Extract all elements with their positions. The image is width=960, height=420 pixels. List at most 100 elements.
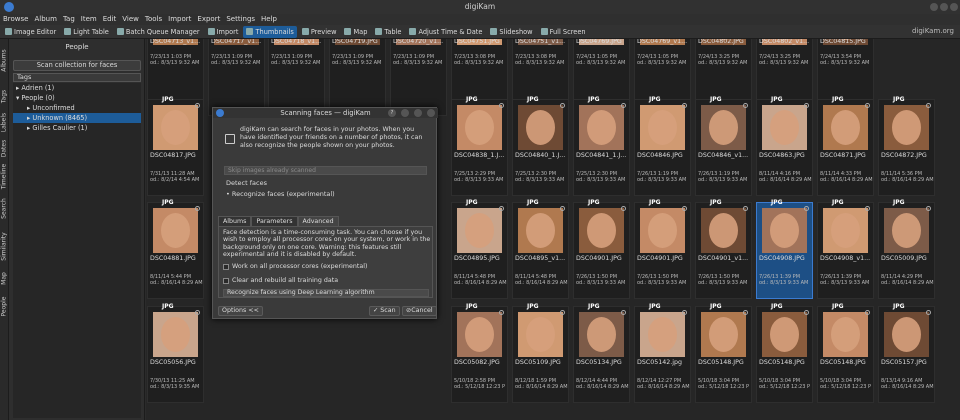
select-check-icon[interactable] xyxy=(195,310,200,315)
menu-browse[interactable]: Browse xyxy=(3,14,29,25)
tree-item-unconfirmed[interactable]: ▸ Unconfirmed xyxy=(13,103,141,113)
menu-import[interactable]: Import xyxy=(168,14,191,25)
select-check-icon[interactable] xyxy=(682,310,687,315)
select-check-icon[interactable] xyxy=(560,310,565,315)
thumbnail-cell[interactable]: JPGDSC04717_v1...7/23/13 1:09 PMod.: 8/3… xyxy=(208,39,265,116)
batch-queue-button[interactable]: Batch Queue Manager xyxy=(114,26,203,38)
thumbnail-cell[interactable]: JPGDSC04718_v1...7/23/13 1:09 PMod.: 8/3… xyxy=(268,39,325,116)
adjust-time-button[interactable]: Adjust Time & Date xyxy=(406,26,485,38)
thumbnail-cell[interactable]: JPG DSC04846_v1... 7/26/13 1:19 PM od.: 8/3… xyxy=(695,96,752,196)
select-check-icon[interactable] xyxy=(865,310,870,315)
map-button[interactable]: Map xyxy=(341,26,370,38)
rebuild-training-checkbox[interactable]: Clear and rebuild all training data xyxy=(223,277,338,284)
select-check-icon[interactable] xyxy=(926,206,931,211)
thumbnail-cell[interactable]: JPG DSC04838_1.J... 7/25/13 2:29 PM od.: 8/… xyxy=(451,96,508,196)
select-check-icon[interactable] xyxy=(499,206,504,211)
scan-collection-button[interactable]: Scan collection for faces xyxy=(13,60,141,71)
select-check-icon[interactable] xyxy=(926,103,931,108)
light-table-button[interactable]: Light Table xyxy=(61,26,112,38)
thumbnail-cell[interactable]: JPG DSC04895.JPG 8/11/14 5:48 PM od.: 8/16/… xyxy=(451,199,508,299)
thumbnail-cell[interactable]: JPG DSC05148.JPG 5/10/18 3:04 PM od.: 5/12/… xyxy=(695,303,752,403)
select-check-icon[interactable] xyxy=(865,206,870,211)
menu-edit[interactable]: Edit xyxy=(103,14,117,25)
thumbnail-cell[interactable]: JPG DSC04901.JPG 7/26/13 1:50 PM od.: 8/3/1… xyxy=(634,199,691,299)
recognize-faces-option[interactable]: • Recognize faces (experimental) xyxy=(226,190,335,198)
close-icon[interactable] xyxy=(950,3,958,11)
thumbnail-cell[interactable]: JPG DSC04846.JPG 7/26/13 1:19 PM od.: 8/3/1… xyxy=(634,96,691,196)
thumbnail-cell[interactable]: JPG DSC05109.JPG 8/12/18 1:59 PM od.: 8/16/… xyxy=(512,303,569,403)
thumbnail-cell[interactable]: JPGDSC04720_v1...7/23/13 1:09 PMod.: 8/3… xyxy=(390,39,447,116)
minimize-icon[interactable] xyxy=(930,3,938,11)
thumbnail-cell[interactable]: JPG DSC04901_v1... 7/26/13 1:50 PM od.: 8/3… xyxy=(695,199,752,299)
menu-item[interactable]: Item xyxy=(81,14,97,25)
skip-scanned-select[interactable]: Skip images already scanned xyxy=(224,166,427,175)
detect-faces-option[interactable]: Detect faces xyxy=(226,179,267,187)
select-check-icon[interactable] xyxy=(560,103,565,108)
select-check-icon[interactable] xyxy=(560,206,565,211)
thumbnail-cell[interactable]: JPG DSC04895_v1... 8/11/14 5:48 PM od.: 8/1… xyxy=(512,199,569,299)
tree-item-unknown[interactable]: ▸ Unknown (8465) xyxy=(13,113,141,123)
thumbnail-cell[interactable]: JPG DSC04863.JPG 8/11/14 4:16 PM od.: 8/16/… xyxy=(756,96,813,196)
thumbnail-cell[interactable]: JPG DSC05009.JPG 8/11/14 4:29 PM od.: 8/16/… xyxy=(878,199,935,299)
thumbnail-cell[interactable]: JPG DSC04871.JPG 8/11/14 4:33 PM od.: 8/16/… xyxy=(817,96,874,196)
tab-advanced[interactable]: Advanced xyxy=(297,216,339,226)
select-check-icon[interactable] xyxy=(743,310,748,315)
import-button[interactable]: Import xyxy=(205,26,242,38)
select-check-icon[interactable] xyxy=(621,103,626,108)
thumbnail-cell[interactable]: JPG DSC04872.JPG 8/11/14 5:36 PM od.: 8/16/… xyxy=(878,96,935,196)
select-check-icon[interactable] xyxy=(621,310,626,315)
thumbnail-cell[interactable]: JPG DSC04840_1.J... 7/25/13 2:30 PM od.: 8/… xyxy=(512,96,569,196)
maximize-icon[interactable] xyxy=(940,3,948,11)
preview-button[interactable]: Preview xyxy=(299,26,340,38)
select-check-icon[interactable] xyxy=(804,103,809,108)
select-check-icon[interactable] xyxy=(499,103,504,108)
tags-selector[interactable]: Tags xyxy=(13,73,141,82)
close-icon[interactable] xyxy=(427,109,435,117)
select-check-icon[interactable] xyxy=(499,310,504,315)
menu-settings[interactable]: Settings xyxy=(226,14,255,25)
algorithm-select[interactable]: Recognize faces using Deep Learning algo… xyxy=(223,289,429,297)
menu-album[interactable]: Album xyxy=(35,14,57,25)
full-screen-button[interactable]: Full Screen xyxy=(538,26,589,38)
select-check-icon[interactable] xyxy=(743,206,748,211)
select-check-icon[interactable] xyxy=(804,206,809,211)
menu-tag[interactable]: Tag xyxy=(63,14,75,25)
tree-item-people[interactable]: ▾ People (0) xyxy=(13,93,141,103)
tab-albums[interactable]: Albums xyxy=(218,216,252,226)
options-button[interactable]: Options << xyxy=(218,306,263,316)
thumbnail-cell[interactable]: JPG DSC05148.JPG 5/10/18 3:04 PM od.: 5/12/… xyxy=(817,303,874,403)
thumbnail-cell[interactable]: JPG DSC05142.jpg 8/12/14 12:27 PM od.: 8/16… xyxy=(634,303,691,403)
select-check-icon[interactable] xyxy=(621,206,626,211)
menu-tools[interactable]: Tools xyxy=(145,14,162,25)
menu-export[interactable]: Export xyxy=(197,14,220,25)
tab-parameters[interactable]: Parameters xyxy=(251,216,298,226)
thumbnail-cell[interactable]: JPG DSC05148.JPG 5/10/18 3:04 PM od.: 5/12/… xyxy=(756,303,813,403)
select-check-icon[interactable] xyxy=(804,310,809,315)
tree-item-gilles[interactable]: ▸ Gilles Caulier (1) xyxy=(13,123,141,133)
thumbnail-cell[interactable]: JPG DSC05157.JPG 8/13/14 9:16 AM od.: 8/16/… xyxy=(878,303,935,403)
thumbnail-cell[interactable]: JPG DSC04908_v1... 7/26/13 1:39 PM od.: 8/3… xyxy=(817,199,874,299)
maximize-icon[interactable] xyxy=(414,109,422,117)
select-check-icon[interactable] xyxy=(926,310,931,315)
minimize-icon[interactable] xyxy=(401,109,409,117)
select-check-icon[interactable] xyxy=(865,103,870,108)
thumbnail-cell[interactable]: JPGDSC04719.JPG7/23/13 1:09 PMod.: 8/3/1… xyxy=(329,39,386,116)
thumbnail-cell[interactable]: JPG DSC05056.JPG 7/30/13 11:25 AM od.: 8/3/… xyxy=(147,303,204,403)
thumbnail-cell[interactable]: JPG DSC05082.JPG 5/10/18 2:58 PM od.: 5/12/… xyxy=(451,303,508,403)
brand-link[interactable]: digiKam.org xyxy=(912,27,954,35)
thumbnail-cell[interactable]: JPG DSC04901.JPG 7/26/13 1:50 PM od.: 8/3/1… xyxy=(573,199,630,299)
thumbnails-button[interactable]: Thumbnails xyxy=(243,25,297,38)
scan-button[interactable]: ✓ Scan xyxy=(369,306,400,316)
cancel-button[interactable]: ⊘Cancel xyxy=(402,306,437,316)
slideshow-button[interactable]: Slideshow xyxy=(487,26,535,38)
table-button[interactable]: Table xyxy=(372,26,404,38)
thumbnail-cell[interactable]: JPG DSC05134.JPG 8/12/14 4:44 PM od.: 8/16/… xyxy=(573,303,630,403)
menu-help[interactable]: Help xyxy=(261,14,277,25)
sidetab-people[interactable]: People xyxy=(1,283,8,331)
select-check-icon[interactable] xyxy=(682,103,687,108)
all-cores-checkbox[interactable]: Work on all processor cores (experimenta… xyxy=(223,263,367,270)
thumbnail-cell[interactable]: JPG DSC04881.JPG 8/11/14 5:44 PM od.: 8/16/… xyxy=(147,199,204,299)
select-check-icon[interactable] xyxy=(743,103,748,108)
thumbnail-cell[interactable]: JPG DSC04841_1.J... 7/25/13 2:30 PM od.: 8/… xyxy=(573,96,630,196)
help-icon[interactable]: ? xyxy=(388,109,396,117)
